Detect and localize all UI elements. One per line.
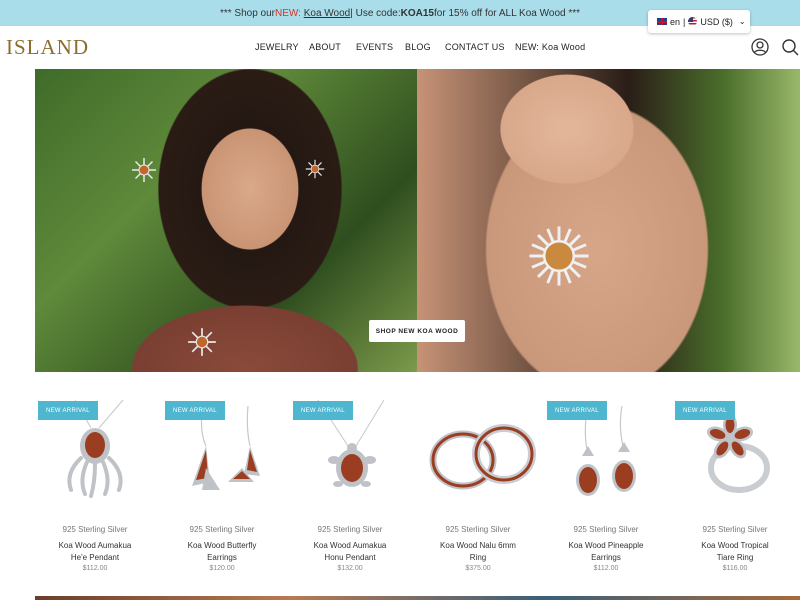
announcement-new-label: NEW: — [275, 7, 301, 19]
product-name[interactable]: Koa Wood Tropical Tiare Ring — [675, 540, 795, 564]
product-price: $375.00 — [465, 565, 491, 572]
nav-blog[interactable]: BLOG — [405, 42, 431, 52]
nav-new-koa-wood[interactable]: NEW: Koa Wood — [515, 42, 585, 52]
language-label: en — [670, 16, 681, 27]
new-arrival-badge: NEW ARRIVAL — [675, 401, 735, 420]
nav-contact-us[interactable]: CONTACT US — [445, 42, 505, 52]
product-card[interactable]: NEW ARRIVAL 925 Sterling Silver Koa Wood… — [162, 398, 282, 578]
us-flag-icon — [688, 17, 698, 26]
product-price: $112.00 — [593, 565, 619, 572]
product-name[interactable]: Koa Wood Nalu 6mm Ring — [418, 540, 538, 564]
account-icon[interactable] — [751, 38, 769, 56]
product-name-line: Tiare Ring — [716, 553, 754, 562]
product-price: $120.00 — [209, 565, 235, 572]
product-price: $116.00 — [722, 565, 748, 572]
announcement-prefix: *** Shop our — [219, 7, 275, 19]
product-material: 925 Sterling Silver — [189, 525, 255, 534]
product-name-line: Koa Wood Butterfly — [187, 541, 257, 550]
hero-image-earring-closeup — [417, 69, 800, 372]
search-icon[interactable] — [781, 38, 799, 56]
product-price: $112.00 — [82, 565, 108, 572]
product-material: 925 Sterling Silver — [317, 525, 383, 534]
new-arrival-badge: NEW ARRIVAL — [38, 401, 98, 420]
product-card[interactable]: NEW ARRIVAL 925 Sterling Silver Koa Wood… — [35, 398, 155, 578]
product-card[interactable]: NEW ARRIVAL 925 Sterling Silver Koa Wood… — [290, 398, 410, 578]
product-card[interactable]: NEW ARRIVAL 925 Sterling Silver Koa Wood… — [675, 398, 795, 578]
announcement-koa-link[interactable]: Koa Wood — [304, 8, 351, 19]
new-arrival-badge: NEW ARRIVAL — [293, 401, 353, 420]
hero-image-model-front — [35, 69, 417, 372]
product-name-line: He'e Pendant — [70, 553, 120, 562]
locale-selector[interactable]: en | USD ($) ⌄ — [648, 10, 750, 33]
product-name-line: Koa Wood Nalu 6mm — [440, 541, 516, 550]
nav-events[interactable]: EVENTS — [356, 42, 393, 52]
product-name-line: Earrings — [207, 553, 237, 562]
product-name-line: Koa Wood Pineapple — [568, 541, 644, 550]
ring-icon — [429, 424, 536, 490]
announcement-code: KOA15 — [400, 7, 434, 19]
product-card[interactable]: NEW ARRIVAL 925 Sterling Silver Koa Wood… — [546, 398, 666, 578]
product-name-line: Koa Wood Tropical — [701, 541, 769, 550]
product-name-line: Koa Wood Aumakua — [313, 541, 387, 550]
product-material: 925 Sterling Silver — [702, 525, 768, 534]
site-logo[interactable]: ISLAND — [6, 35, 89, 60]
sun-earring-icon — [305, 159, 325, 179]
new-arrival-badge: NEW ARRIVAL — [165, 401, 225, 420]
product-name[interactable]: Koa Wood Butterfly Earrings — [162, 540, 282, 564]
nav-about[interactable]: ABOUT — [309, 42, 341, 52]
product-card[interactable]: 925 Sterling Silver Koa Wood Nalu 6mm Ri… — [418, 398, 538, 578]
uk-flag-icon — [657, 18, 667, 25]
product-name-line: Ring — [469, 553, 487, 562]
sun-earring-icon — [132, 158, 156, 182]
product-material: 925 Sterling Silver — [573, 525, 639, 534]
product-name[interactable]: Koa Wood Aumakua Honu Pendant — [290, 540, 410, 564]
new-arrival-badge: NEW ARRIVAL — [547, 401, 607, 420]
announcement-mid: | Use code: — [350, 7, 401, 19]
product-name-line: Koa Wood Aumakua — [58, 541, 132, 550]
locale-separator: | — [683, 16, 686, 27]
product-name[interactable]: Koa Wood Pineapple Earrings — [546, 540, 666, 564]
announcement-suffix: for 15% off for ALL Koa Wood *** — [434, 7, 581, 19]
sun-earring-icon — [529, 226, 589, 286]
sun-pendant-icon — [188, 328, 216, 356]
chevron-down-icon: ⌄ — [738, 17, 746, 26]
nav-jewelry[interactable]: JEWELRY — [255, 42, 299, 52]
currency-label: USD ($) — [700, 16, 733, 27]
product-name-line: Earrings — [591, 553, 621, 562]
product-material: 925 Sterling Silver — [445, 525, 511, 534]
next-section-image-edge — [35, 596, 800, 600]
product-material: 925 Sterling Silver — [62, 525, 128, 534]
product-name-line: Honu Pendant — [324, 553, 376, 562]
product-name[interactable]: Koa Wood Aumakua He'e Pendant — [35, 540, 155, 564]
shop-new-koa-wood-button[interactable]: SHOP NEW KOA WOOD — [369, 320, 465, 342]
product-price: $132.00 — [337, 565, 363, 572]
hero-banner[interactable]: SHOP NEW KOA WOOD — [35, 69, 800, 372]
